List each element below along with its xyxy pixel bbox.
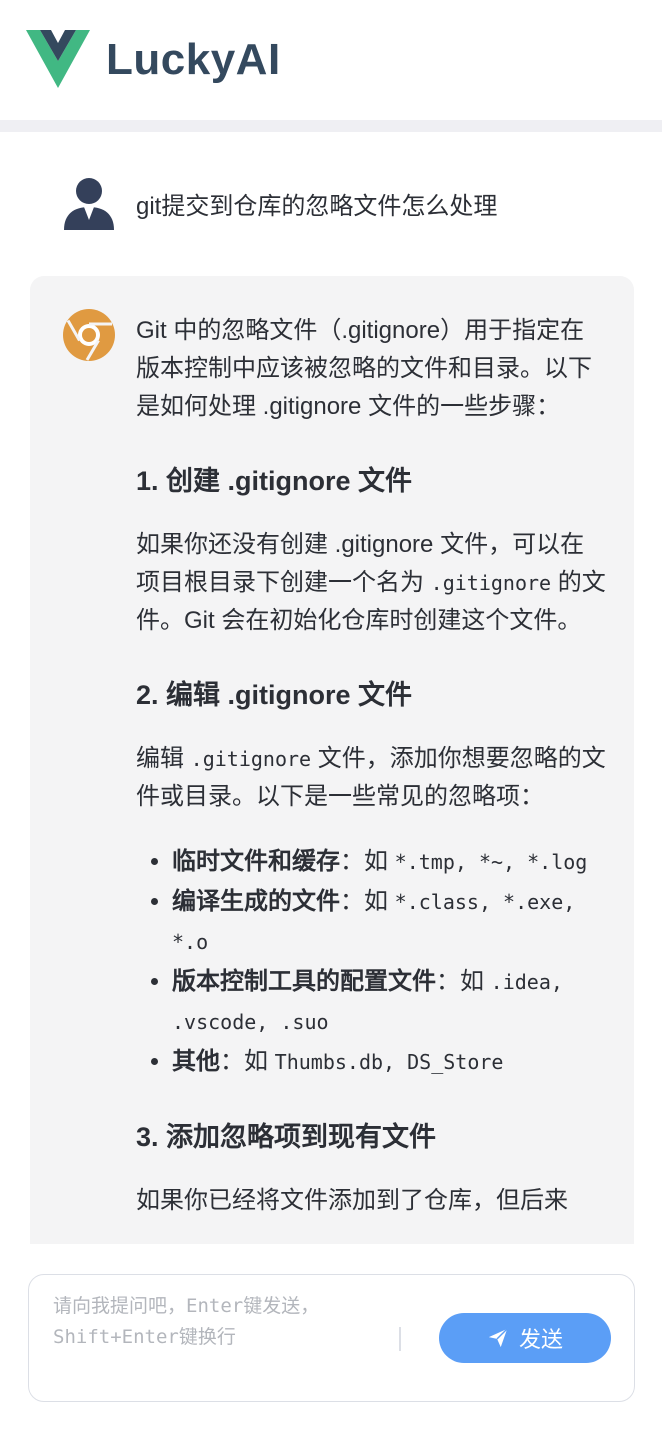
list-item: 版本控制工具的配置文件：如 .idea, .vscode, .suo xyxy=(172,962,606,1042)
send-button-label: 发送 xyxy=(518,1327,563,1352)
section-paragraph-1: 如果你还没有创建 .gitignore 文件，可以在项目根目录下创建一个名为 .… xyxy=(136,531,606,634)
message-input[interactable]: 请向我提问吧，Enter键发送，Shift+Enter键换行 xyxy=(53,1291,393,1353)
user-avatar-icon xyxy=(64,178,114,230)
section-heading-2: 2. 编辑 .gitignore 文件 xyxy=(136,680,413,710)
message-composer[interactable]: 请向我提问吧，Enter键发送，Shift+Enter键换行 发送 xyxy=(28,1274,635,1402)
ignore-items-list: 临时文件和缓存：如 *.tmp, *~, *.log 编译生成的文件：如 *.c… xyxy=(136,842,606,1082)
section-paragraph-2: 编辑 .gitignore 文件，添加你想要忽略的文件或目录。以下是一些常见的忽… xyxy=(136,745,606,810)
section-heading-3: 3. 添加忽略项到现有文件 xyxy=(136,1122,437,1152)
paper-plane-icon xyxy=(488,1328,508,1348)
chrome-style-avatar-icon xyxy=(63,309,115,361)
inline-code: .gitignore xyxy=(190,747,312,771)
list-item: 临时文件和缓存：如 *.tmp, *~, *.log xyxy=(172,842,606,882)
user-message-text: git提交到仓库的忽略文件怎么处理 xyxy=(136,192,498,220)
header-divider xyxy=(0,120,662,132)
list-item: 其他：如 Thumbs.db, DS_Store xyxy=(172,1042,606,1082)
ai-message-content: Git 中的忽略文件（.gitignore）用于指定在版本控制中应该被忽略的文件… xyxy=(136,312,606,1220)
ai-message: Git 中的忽略文件（.gitignore）用于指定在版本控制中应该被忽略的文件… xyxy=(30,276,634,1244)
ai-intro: Git 中的忽略文件（.gitignore）用于指定在版本控制中应该被忽略的文件… xyxy=(136,317,592,420)
chat-area[interactable]: git提交到仓库的忽略文件怎么处理 Git 中的忽略文件（.gitignore）… xyxy=(0,132,662,1244)
section-heading-1: 1. 创建 .gitignore 文件 xyxy=(136,466,413,496)
section-paragraph-3: 如果你已经将文件添加到了仓库，但后来 xyxy=(136,1187,568,1214)
app-header: LuckyAI xyxy=(0,0,662,120)
send-button[interactable]: 发送 xyxy=(439,1313,611,1363)
divider xyxy=(399,1327,401,1351)
brand-name: LuckyAI xyxy=(106,35,281,84)
inline-code: .gitignore xyxy=(430,571,552,595)
vue-logo-icon[interactable] xyxy=(26,30,90,90)
list-item: 编译生成的文件：如 *.class, *.exe, *.o xyxy=(172,882,606,962)
user-message: git提交到仓库的忽略文件怎么处理 xyxy=(62,176,497,230)
